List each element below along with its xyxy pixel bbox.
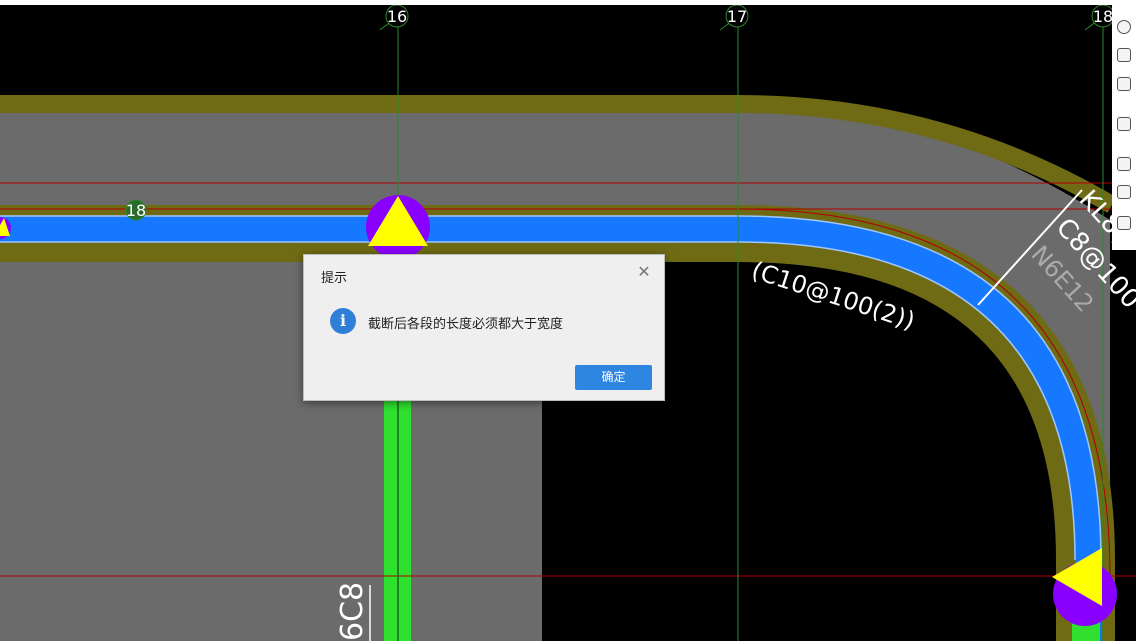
alert-dialog: 提示 ✕ i 截断后各段的长度必须都大于宽度 确定 [303, 254, 665, 401]
box-icon[interactable] [1117, 157, 1131, 171]
column-tag-text: 6C8 [335, 582, 370, 641]
dialog-title: 提示 [321, 270, 348, 285]
top-strip [0, 0, 1136, 5]
box-icon[interactable] [1117, 185, 1131, 199]
column-marker-16[interactable] [366, 195, 430, 259]
axis-bubble-18: 18 [1091, 4, 1115, 28]
list-icon[interactable] [1117, 216, 1131, 230]
ok-button[interactable]: 确定 [575, 365, 652, 390]
doc-icon[interactable] [1117, 77, 1131, 91]
svg-text:18: 18 [1093, 7, 1113, 26]
cloud-icon[interactable] [1117, 20, 1131, 34]
axis-bubble-16: 16 [385, 4, 409, 28]
close-icon[interactable]: ✕ [634, 263, 654, 283]
axis-bubble-17: 17 [725, 4, 749, 28]
info-icon: i [330, 308, 356, 334]
doc-icon[interactable] [1117, 117, 1131, 131]
dialog-message: 截断后各段的长度必须都大于宽度 [368, 316, 564, 331]
side-toolbar [1112, 0, 1136, 250]
axis-bubble-left-18: 18 [125, 199, 147, 221]
svg-text:17: 17 [727, 7, 747, 26]
page-icon[interactable] [1117, 48, 1131, 62]
svg-text:18: 18 [126, 201, 146, 220]
svg-text:16: 16 [387, 7, 407, 26]
